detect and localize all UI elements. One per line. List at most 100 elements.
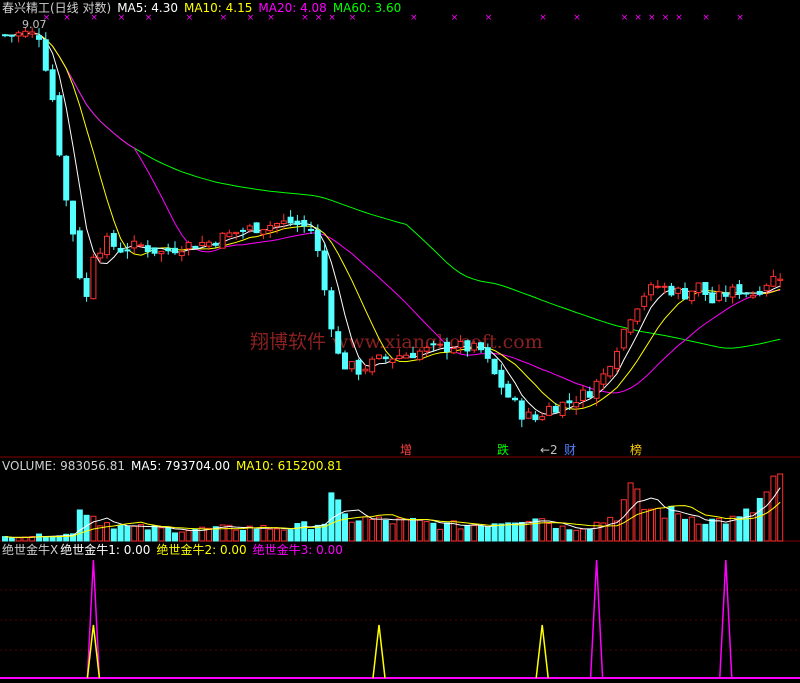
volume-bar xyxy=(382,519,389,542)
candle-body xyxy=(131,240,138,249)
candle-body xyxy=(246,225,253,231)
signal-mark: × xyxy=(485,13,493,23)
high-price-label: 9.07 xyxy=(22,18,47,31)
candle-body xyxy=(308,228,314,231)
candle-body xyxy=(185,242,192,250)
volume-bar xyxy=(124,525,131,542)
candle-body xyxy=(144,245,151,253)
candle-body xyxy=(430,343,437,346)
indicator-spikes xyxy=(86,559,733,679)
volume-bar xyxy=(654,507,661,542)
candle-body xyxy=(682,288,688,300)
candle-body xyxy=(634,308,641,322)
signal-mark: × xyxy=(539,13,547,23)
candle-body xyxy=(505,383,512,398)
candle-body xyxy=(627,319,634,333)
candle-body xyxy=(600,373,607,385)
ma5-line xyxy=(5,32,781,416)
volume-bar xyxy=(328,492,335,542)
volume-bar xyxy=(607,516,614,542)
signal-mark: × xyxy=(634,13,642,23)
candle-body xyxy=(15,32,22,37)
candle-body xyxy=(178,251,185,257)
volume-bar xyxy=(668,505,675,542)
candle-body xyxy=(124,249,131,252)
volume-bar xyxy=(709,518,716,542)
volume-bar xyxy=(226,524,233,542)
volume-bar xyxy=(627,482,634,542)
volume-bar xyxy=(287,529,294,542)
candle-body xyxy=(97,252,104,259)
candle-body xyxy=(110,233,117,247)
volume-bar xyxy=(763,491,770,542)
stock-title[interactable]: 春兴精工(日线 对数) xyxy=(2,1,111,15)
candle-body xyxy=(274,223,280,227)
volume-bar xyxy=(566,529,573,542)
candle-body xyxy=(260,229,267,235)
volume-bar xyxy=(580,528,586,542)
volume-bar xyxy=(688,516,695,542)
ma60-line xyxy=(5,32,781,349)
volume-bar xyxy=(369,518,376,542)
candle-body xyxy=(362,368,369,372)
candle-body xyxy=(287,216,294,224)
volume-bar xyxy=(559,525,566,542)
volume-bar xyxy=(539,518,546,542)
vol-ma5-value: MA5: 793704.00 xyxy=(131,459,230,473)
candlestick-series xyxy=(2,27,784,428)
candle-body xyxy=(498,369,505,388)
volume-bar xyxy=(274,528,280,542)
volume-bar xyxy=(756,497,763,542)
candle-body xyxy=(661,285,668,288)
candle-body xyxy=(593,380,600,399)
candle-body xyxy=(389,358,396,363)
candle-body xyxy=(219,232,226,249)
candle-body xyxy=(212,242,219,246)
candle-body xyxy=(294,220,301,225)
indicator-name[interactable]: 绝世金牛X xyxy=(2,543,58,557)
volume-bar xyxy=(675,513,682,542)
event-annotation: 榜 xyxy=(630,442,642,457)
candle-body xyxy=(423,346,430,352)
candle-body xyxy=(206,241,212,247)
candle-body xyxy=(348,361,355,370)
candle-body xyxy=(76,230,83,279)
candle-body xyxy=(151,247,158,254)
volume-pane-header: VOLUME: 983056.81 MA5: 793704.00 MA10: 615… xyxy=(2,459,349,473)
volume-bar xyxy=(158,527,165,542)
volume-bar xyxy=(702,523,709,542)
volume-bar xyxy=(695,523,702,542)
candle-body xyxy=(117,247,124,253)
volume-bar xyxy=(15,537,22,542)
candle-body xyxy=(702,282,709,295)
volume-bar xyxy=(294,523,301,542)
volume-bar xyxy=(253,528,260,542)
volume-bar xyxy=(682,518,688,542)
candle-body xyxy=(172,247,178,254)
candle-body xyxy=(607,365,614,377)
volume-bar xyxy=(185,530,192,542)
volume-bar xyxy=(586,528,593,542)
volume-bar xyxy=(342,513,348,542)
indicator-spike xyxy=(372,624,386,679)
candle-body xyxy=(192,245,199,249)
signal-mark: × xyxy=(662,13,670,23)
candle-body xyxy=(29,31,36,35)
candle-body xyxy=(777,278,784,281)
volume-bar xyxy=(206,527,212,542)
candle-body xyxy=(437,343,444,346)
candle-body xyxy=(770,275,777,287)
volume-bar xyxy=(83,514,90,542)
indicator-spike xyxy=(535,624,549,679)
volume-bar xyxy=(505,522,512,542)
volume-bar xyxy=(36,533,42,542)
candle-body xyxy=(321,250,328,291)
candle-body xyxy=(491,358,498,375)
candle-body xyxy=(464,340,471,352)
event-annotation: 跌 xyxy=(497,442,509,457)
candle-body xyxy=(614,350,620,369)
ma60-value: MA60: 3.60 xyxy=(332,1,402,15)
candle-body xyxy=(301,220,308,227)
indicator-line2-value: 绝世金牛2: 0.00 xyxy=(156,543,247,557)
volume-bar xyxy=(457,528,464,542)
